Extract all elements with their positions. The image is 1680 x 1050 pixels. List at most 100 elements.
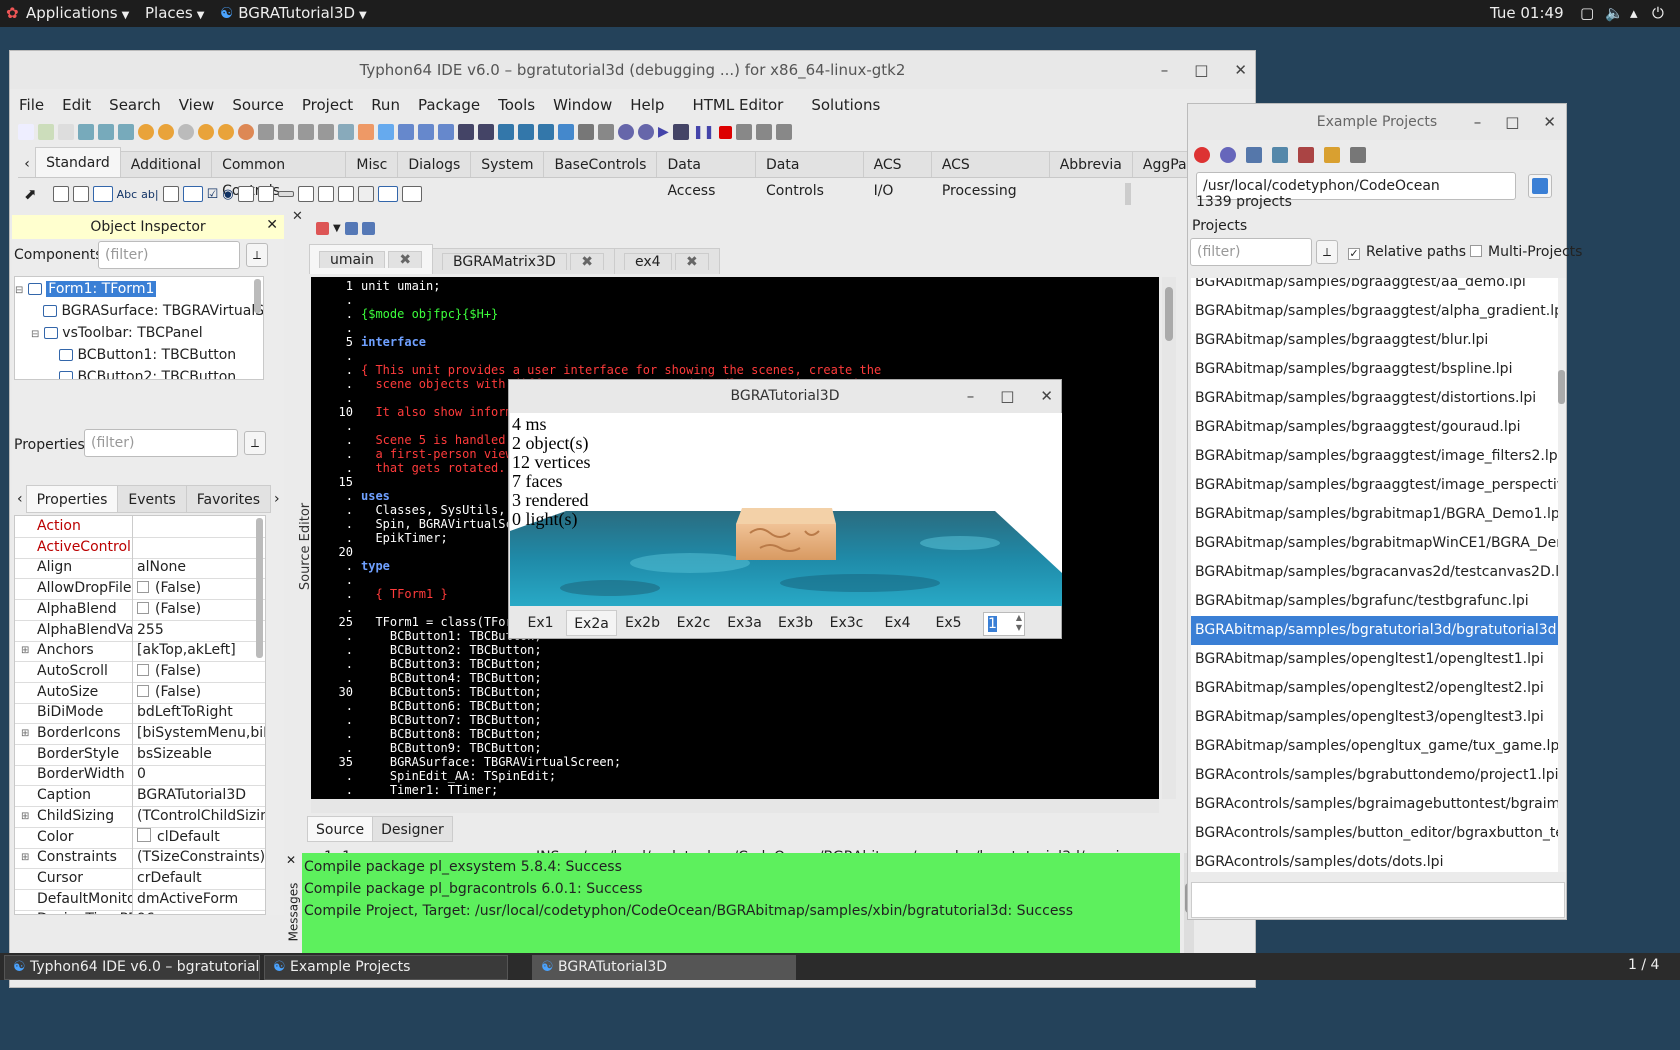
expand-icon[interactable]: ⊞ (21, 728, 29, 739)
code-line[interactable]: BCButton6: TBCButton; (361, 699, 542, 713)
project-list-item[interactable]: BGRAbitmap/samples/opengltest3/opengltes… (1191, 703, 1561, 732)
property-value-cell[interactable]: bdLeftToRight (137, 702, 265, 723)
tcheckbox-icon[interactable]: ☑ (207, 187, 219, 202)
run-without-debug-icon[interactable] (672, 124, 689, 140)
property-row[interactable]: AllowDropFile (False) (15, 578, 265, 601)
projects-filter-tag-icon[interactable]: ⟂ (1316, 240, 1338, 264)
ex2b-button[interactable]: Ex2b (617, 610, 668, 636)
tools-icon[interactable] (578, 124, 594, 140)
install-package-icon[interactable] (198, 124, 214, 140)
tree-item[interactable]: BGRASurface: TBGRAVirtualScr (43, 300, 263, 322)
message-line[interactable]: Compile Project, Target: /usr/local/code… (302, 901, 1073, 922)
property-row[interactable]: AutoScroll (False) (15, 660, 265, 683)
tpopupmenu-icon[interactable] (72, 186, 89, 202)
properties-filter-input[interactable]: (filter) (84, 429, 238, 457)
tab-source[interactable]: Source (307, 816, 374, 842)
debug-windows-icon[interactable] (498, 124, 514, 140)
tab-acs-processing[interactable]: ACS Processing (930, 151, 1050, 199)
close-all-icon[interactable] (318, 124, 334, 140)
property-row[interactable]: Align alNone (15, 557, 265, 580)
package-open-icon[interactable] (158, 124, 174, 140)
tree-item[interactable]: BCButton2: TBCButton (59, 366, 236, 379)
example-projects-titlebar[interactable]: Example Projects – □ ✕ (1188, 104, 1566, 140)
project-list-item[interactable]: BGRAbitmap/samples/bgraaggtest/distortio… (1191, 384, 1561, 413)
relative-paths-checkbox[interactable]: ✓ Relative paths (1348, 244, 1466, 260)
property-value-cell[interactable]: alNone (137, 557, 265, 578)
save-all-icon[interactable] (298, 124, 314, 140)
project-description-box[interactable] (1191, 882, 1565, 918)
tcheckgroup-icon[interactable] (337, 186, 354, 202)
breakpoints-icon[interactable] (538, 124, 554, 140)
tab-abbrevia[interactable]: Abbrevia (1048, 151, 1133, 177)
property-value-cell[interactable]: (False) (137, 578, 265, 599)
applications-menu[interactable]: Applications ▼ (26, 4, 129, 22)
property-value-cell[interactable]: (TSizeConstraints) (137, 847, 265, 868)
checkbox-icon[interactable] (137, 601, 149, 614)
tab-misc[interactable]: Misc (345, 151, 399, 177)
scroll-thumb[interactable] (1558, 370, 1565, 404)
property-row[interactable]: AutoSize (False) (15, 681, 265, 704)
compile-icon[interactable] (618, 124, 634, 140)
project-list-item[interactable]: BGRAbitmap/samples/bgraaggtest/bspline.l… (1191, 355, 1561, 384)
components-filter-tag-icon[interactable]: ⟂ (246, 243, 268, 267)
project-list-item[interactable]: BGRAbitmap/samples/bgrabitmapWinCE1/BGRA… (1191, 529, 1561, 558)
ex3b-button[interactable]: Ex3b (770, 610, 821, 636)
property-row[interactable]: Caption BGRATutorial3D (15, 785, 265, 808)
package-graph-icon[interactable] (218, 124, 234, 140)
property-row[interactable]: BorderWidth 0 (15, 764, 265, 787)
code-line[interactable]: BCButton9: TBCButton; (361, 741, 542, 755)
menu-package[interactable]: Package (409, 93, 489, 117)
editor-tab[interactable]: BGRAMatrix3D ✖ (432, 248, 615, 274)
property-value-cell[interactable]: (False) (137, 661, 265, 682)
code-line[interactable]: { TForm1 } (361, 587, 447, 601)
refresh-icon[interactable] (1220, 147, 1236, 163)
code-line[interactable]: that gets rotated. } (361, 461, 520, 475)
property-value-cell[interactable]: (TControlChildSizing) (137, 806, 265, 827)
package-options-icon[interactable] (178, 124, 194, 140)
project-list-item[interactable]: BGRAbitmap/samples/bgrabitmap1/BGRA_Demo… (1191, 500, 1561, 529)
tab-events[interactable]: Events (117, 485, 187, 513)
scroll-thumb[interactable] (1165, 287, 1173, 341)
tab-basecontrols[interactable]: BaseControls (543, 151, 658, 177)
open-icon[interactable] (78, 124, 94, 140)
active-app-menu[interactable]: ☯ BGRATutorial3D ▼ (220, 4, 367, 22)
taskbar-item-example-projects[interactable]: ☯ Example Projects (264, 955, 508, 980)
tgroupbox-icon[interactable] (297, 186, 314, 202)
code-line[interactable]: {$mode objfpc}{$H+} (361, 307, 498, 321)
jump-forward-icon[interactable] (361, 221, 375, 235)
close-button[interactable]: ✕ (1234, 51, 1247, 89)
property-value-cell[interactable]: clDefault (137, 827, 265, 848)
tab-acs-io[interactable]: ACS I/O (862, 151, 932, 199)
ex1-button[interactable]: Ex1 (515, 610, 566, 636)
checkbox-icon[interactable] (137, 581, 149, 594)
property-row[interactable]: ActiveControl (15, 536, 265, 559)
project-list-item[interactable]: BGRAbitmap/samples/bgraaggtest/aa_demo.l… (1191, 278, 1561, 297)
folder-icon[interactable] (1324, 147, 1340, 163)
project-list-item[interactable]: BGRAbitmap/samples/bgraaggtest/image_fil… (1191, 442, 1561, 471)
build-modes-icon[interactable] (598, 124, 614, 140)
tabs-right-arrow-icon[interactable]: › (270, 485, 284, 513)
workspace-pager[interactable]: 1 / 4 (1628, 957, 1659, 973)
property-row[interactable]: DesignTimePP 96 (15, 909, 265, 914)
save-icon[interactable] (278, 124, 294, 140)
project-list-item[interactable]: BGRAcontrols/samples/dots/dots.lpi (1191, 848, 1561, 872)
maximize-button[interactable]: □ (1505, 104, 1519, 140)
projects-filter-input[interactable]: (filter) (1190, 238, 1312, 266)
tabs-left-arrow-icon[interactable]: ‹ (13, 485, 27, 513)
property-value-cell[interactable]: 96 (137, 909, 265, 914)
close-circle-icon[interactable] (1194, 147, 1210, 163)
project-list-item[interactable]: BGRAbitmap/samples/bgrafunc/testbgrafunc… (1191, 587, 1561, 616)
tab-designer[interactable]: Designer (372, 816, 453, 842)
tradiobutton-icon[interactable]: ◉ (222, 187, 233, 202)
property-row[interactable]: ⊞ Anchors [akTop,akLeft] (15, 640, 265, 663)
tab-close-icon[interactable]: ✖ (570, 253, 604, 270)
tscrollbar-icon[interactable] (277, 191, 294, 197)
menu-search[interactable]: Search (100, 93, 170, 117)
editor-tab[interactable]: ex4 ✖ (613, 248, 720, 274)
watches-icon[interactable] (518, 124, 534, 140)
property-row[interactable]: ⊞ Constraints (TSizeConstraints) (15, 847, 265, 870)
antialias-spin-edit[interactable]: 1 ▲ ▼ (983, 612, 1025, 636)
components-icon[interactable] (398, 124, 414, 140)
expand-icon[interactable]: ⊞ (21, 645, 29, 656)
property-row[interactable]: ⊞ BorderIcons[biSystemMenu,biMin (15, 723, 265, 745)
